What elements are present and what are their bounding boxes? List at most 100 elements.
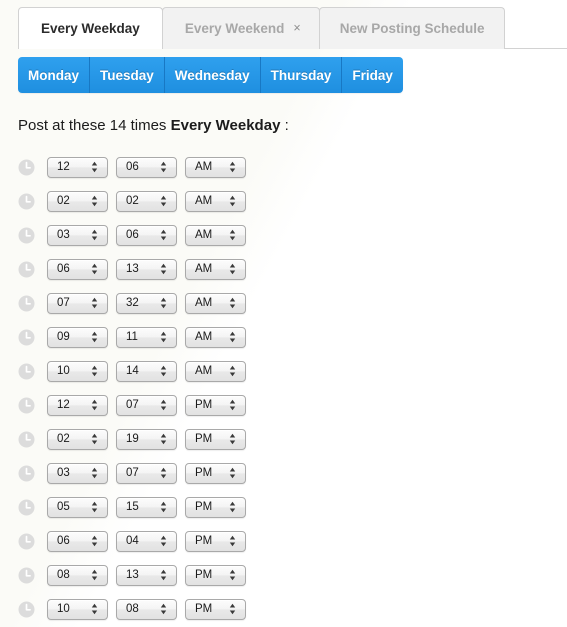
minute-select[interactable]: 13 xyxy=(116,258,177,280)
up-down-stepper-icon[interactable] xyxy=(160,501,167,514)
up-down-stepper-icon[interactable] xyxy=(160,433,167,446)
up-down-stepper-icon[interactable] xyxy=(91,297,98,310)
up-down-stepper-icon[interactable] xyxy=(229,365,236,378)
minute-value: 07 xyxy=(126,399,139,411)
hour-select[interactable]: 02 xyxy=(47,190,108,212)
hour-select[interactable]: 10 xyxy=(47,598,108,620)
tab-every-weekend[interactable]: Every Weekend × xyxy=(161,7,320,49)
meridiem-select[interactable]: AM xyxy=(185,326,246,348)
hour-select[interactable]: 12 xyxy=(47,156,108,178)
hour-select[interactable]: 10 xyxy=(47,360,108,382)
up-down-stepper-icon[interactable] xyxy=(91,331,98,344)
up-down-stepper-icon[interactable] xyxy=(229,433,236,446)
up-down-stepper-icon[interactable] xyxy=(160,535,167,548)
meridiem-select[interactable]: AM xyxy=(185,190,246,212)
up-down-stepper-icon[interactable] xyxy=(160,399,167,412)
up-down-stepper-icon[interactable] xyxy=(160,467,167,480)
clock-icon xyxy=(18,295,35,311)
hour-select[interactable]: 09 xyxy=(47,326,108,348)
up-down-stepper-icon[interactable] xyxy=(229,263,236,276)
up-down-stepper-icon[interactable] xyxy=(160,331,167,344)
hour-select[interactable]: 02 xyxy=(47,428,108,450)
up-down-stepper-icon[interactable] xyxy=(229,535,236,548)
minute-select[interactable]: 07 xyxy=(116,394,177,416)
up-down-stepper-icon[interactable] xyxy=(229,297,236,310)
meridiem-select[interactable]: AM xyxy=(185,292,246,314)
up-down-stepper-icon[interactable] xyxy=(91,161,98,174)
meridiem-select[interactable]: PM xyxy=(185,598,246,620)
hour-select[interactable]: 12 xyxy=(47,394,108,416)
up-down-stepper-icon[interactable] xyxy=(160,263,167,276)
minute-select[interactable]: 06 xyxy=(116,156,177,178)
up-down-stepper-icon[interactable] xyxy=(91,603,98,616)
clock-icon xyxy=(18,363,35,379)
hour-select[interactable]: 07 xyxy=(47,292,108,314)
close-icon[interactable]: × xyxy=(293,22,300,35)
up-down-stepper-icon[interactable] xyxy=(91,263,98,276)
time-row: 03 06 AM xyxy=(18,218,254,252)
meridiem-select[interactable]: AM xyxy=(185,224,246,246)
minute-select[interactable]: 13 xyxy=(116,564,177,586)
day-button-monday[interactable]: Monday xyxy=(18,57,91,93)
hour-select[interactable]: 08 xyxy=(47,564,108,586)
tab-every-weekday[interactable]: Every Weekday xyxy=(18,7,163,49)
meridiem-select[interactable]: PM xyxy=(185,530,246,552)
clock-icon xyxy=(18,227,35,243)
up-down-stepper-icon[interactable] xyxy=(91,399,98,412)
meridiem-select[interactable]: PM xyxy=(185,496,246,518)
up-down-stepper-icon[interactable] xyxy=(91,569,98,582)
up-down-stepper-icon[interactable] xyxy=(229,399,236,412)
up-down-stepper-icon[interactable] xyxy=(229,161,236,174)
up-down-stepper-icon[interactable] xyxy=(229,569,236,582)
day-button-friday[interactable]: Friday xyxy=(342,57,403,93)
day-button-tuesday[interactable]: Tuesday xyxy=(90,57,165,93)
minute-select[interactable]: 02 xyxy=(116,190,177,212)
up-down-stepper-icon[interactable] xyxy=(229,195,236,208)
meridiem-select[interactable]: AM xyxy=(185,156,246,178)
minute-select[interactable]: 04 xyxy=(116,530,177,552)
up-down-stepper-icon[interactable] xyxy=(160,161,167,174)
hour-select[interactable]: 03 xyxy=(47,462,108,484)
day-button-thursday[interactable]: Thursday xyxy=(260,57,343,93)
minute-select[interactable]: 19 xyxy=(116,428,177,450)
tab-bar-filler xyxy=(504,48,567,49)
up-down-stepper-icon[interactable] xyxy=(229,603,236,616)
up-down-stepper-icon[interactable] xyxy=(160,229,167,242)
minute-select[interactable]: 07 xyxy=(116,462,177,484)
hour-select[interactable]: 06 xyxy=(47,258,108,280)
up-down-stepper-icon[interactable] xyxy=(160,365,167,378)
meridiem-select[interactable]: PM xyxy=(185,394,246,416)
up-down-stepper-icon[interactable] xyxy=(160,195,167,208)
hour-select[interactable]: 05 xyxy=(47,496,108,518)
up-down-stepper-icon[interactable] xyxy=(91,365,98,378)
up-down-stepper-icon[interactable] xyxy=(229,331,236,344)
clock-icon xyxy=(18,159,35,175)
up-down-stepper-icon[interactable] xyxy=(91,467,98,480)
minute-select[interactable]: 11 xyxy=(116,326,177,348)
hour-select[interactable]: 06 xyxy=(47,530,108,552)
meridiem-select[interactable]: PM xyxy=(185,462,246,484)
minute-select[interactable]: 14 xyxy=(116,360,177,382)
hour-select[interactable]: 03 xyxy=(47,224,108,246)
up-down-stepper-icon[interactable] xyxy=(91,501,98,514)
minute-select[interactable]: 15 xyxy=(116,496,177,518)
up-down-stepper-icon[interactable] xyxy=(91,195,98,208)
meridiem-select[interactable]: AM xyxy=(185,360,246,382)
meridiem-select[interactable]: PM xyxy=(185,428,246,450)
up-down-stepper-icon[interactable] xyxy=(229,467,236,480)
tab-new-posting-schedule[interactable]: New Posting Schedule xyxy=(318,7,506,49)
minute-select[interactable]: 32 xyxy=(116,292,177,314)
meridiem-select[interactable]: AM xyxy=(185,258,246,280)
up-down-stepper-icon[interactable] xyxy=(91,535,98,548)
minute-select[interactable]: 08 xyxy=(116,598,177,620)
up-down-stepper-icon[interactable] xyxy=(160,569,167,582)
minute-select[interactable]: 06 xyxy=(116,224,177,246)
up-down-stepper-icon[interactable] xyxy=(160,297,167,310)
up-down-stepper-icon[interactable] xyxy=(229,229,236,242)
up-down-stepper-icon[interactable] xyxy=(160,603,167,616)
meridiem-select[interactable]: PM xyxy=(185,564,246,586)
up-down-stepper-icon[interactable] xyxy=(229,501,236,514)
up-down-stepper-icon[interactable] xyxy=(91,433,98,446)
day-button-wednesday[interactable]: Wednesday xyxy=(164,57,261,93)
up-down-stepper-icon[interactable] xyxy=(91,229,98,242)
